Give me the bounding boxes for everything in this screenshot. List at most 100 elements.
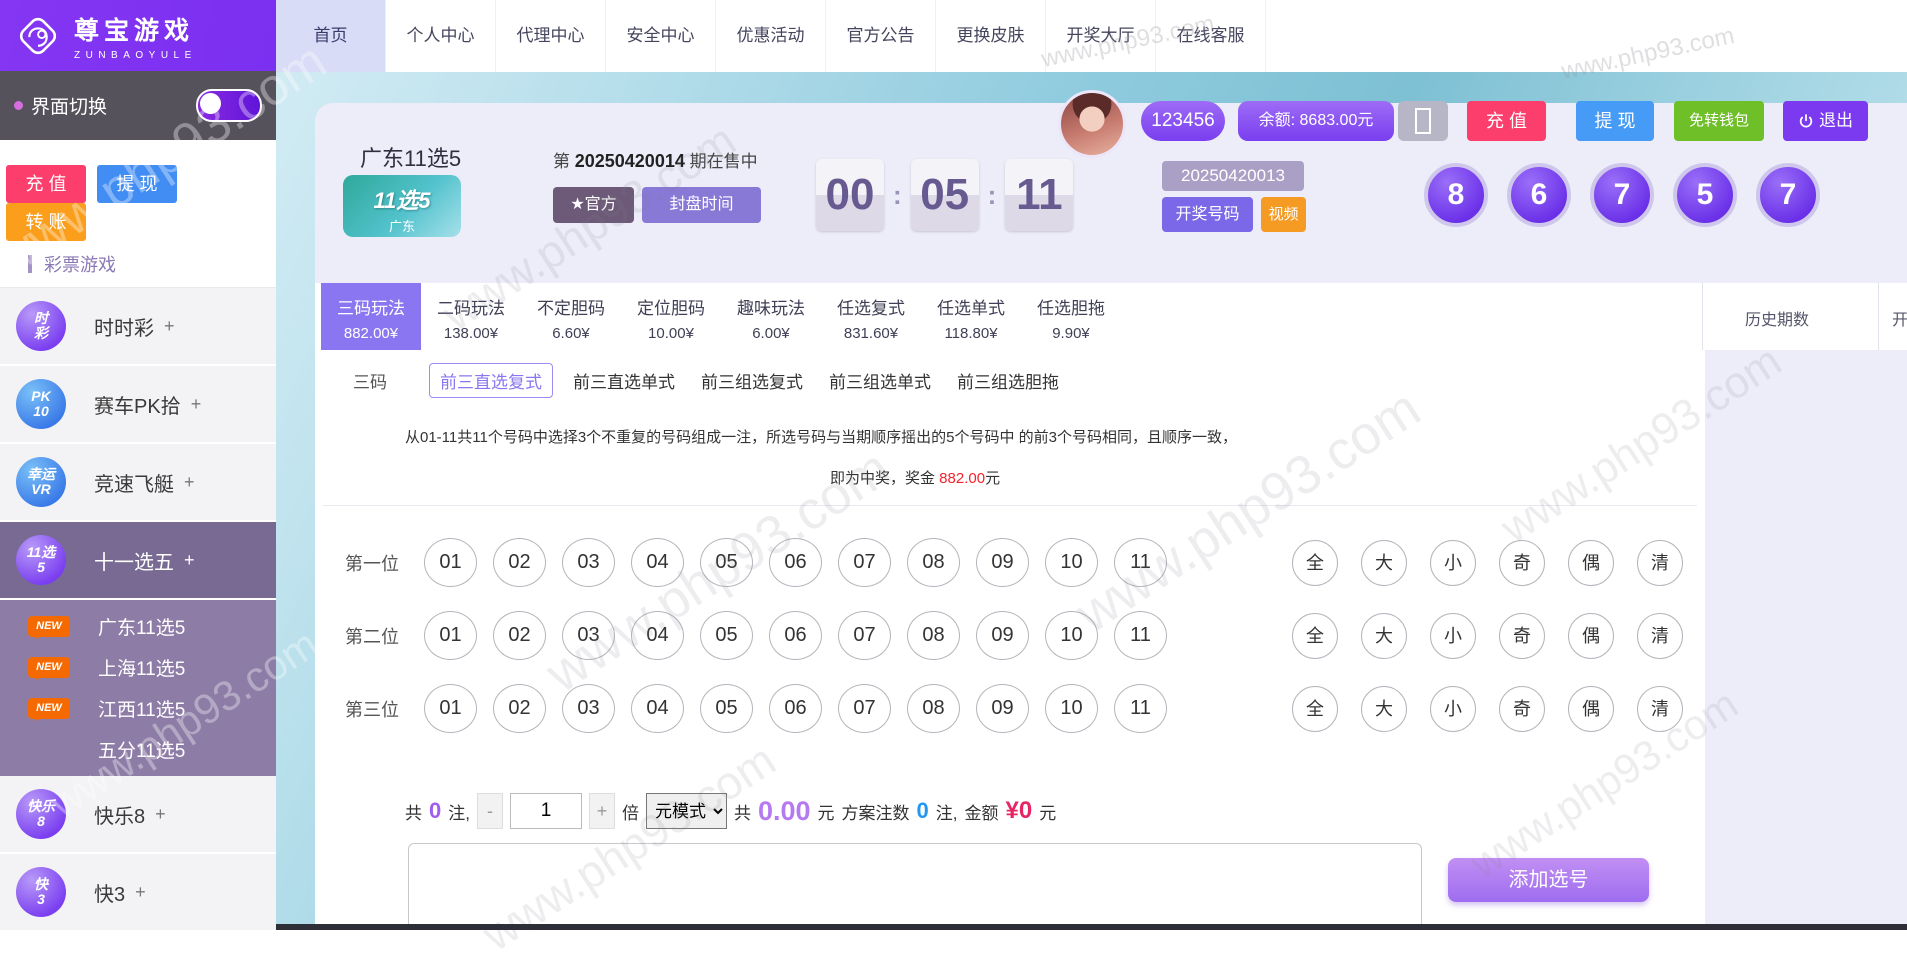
number-ball[interactable]: 01	[424, 538, 477, 587]
number-ball[interactable]: 07	[838, 538, 891, 587]
quick-select-button[interactable]: 全	[1292, 613, 1338, 659]
recharge-button[interactable]: 充 值	[1467, 101, 1546, 141]
sidebar-quick-button[interactable]: 提 现	[97, 165, 177, 203]
number-ball[interactable]: 06	[769, 538, 822, 587]
quick-select-button[interactable]: 全	[1292, 686, 1338, 732]
quick-select-button[interactable]: 偶	[1568, 686, 1614, 732]
number-ball[interactable]: 03	[562, 538, 615, 587]
withdraw-button[interactable]: 提 现	[1576, 101, 1654, 141]
number-ball[interactable]: 02	[493, 611, 546, 660]
subtab[interactable]: 前三组选复式	[695, 364, 809, 397]
multiplier-input[interactable]	[510, 793, 582, 829]
number-ball[interactable]: 03	[562, 611, 615, 660]
sidebar-item[interactable]: 快3快3+	[0, 854, 276, 932]
play-tab[interactable]: 趣味玩法6.00¥	[721, 283, 821, 350]
nav-item[interactable]: 个人中心	[386, 0, 496, 72]
wallet-button[interactable]: 免转钱包	[1674, 101, 1764, 141]
subtab[interactable]: 前三组选胆拖	[951, 364, 1065, 397]
number-ball[interactable]: 08	[907, 538, 960, 587]
sidebar-subitem[interactable]: NEW广东11选5	[0, 606, 276, 647]
ui-switch-toggle[interactable]	[196, 89, 262, 122]
number-ball[interactable]: 06	[769, 611, 822, 660]
close-time-button[interactable]: 封盘时间	[642, 187, 761, 223]
history-tab[interactable]: 历史期数	[1745, 306, 1809, 330]
number-ball[interactable]: 07	[838, 684, 891, 733]
quick-select-button[interactable]: 小	[1430, 686, 1476, 732]
number-ball[interactable]: 02	[493, 684, 546, 733]
number-ball[interactable]: 05	[700, 684, 753, 733]
sidebar-item[interactable]: 幸运VR竞速飞艇+	[0, 444, 276, 522]
number-ball[interactable]: 11	[1114, 684, 1167, 733]
username-pill[interactable]: 123456	[1141, 101, 1225, 141]
number-ball[interactable]: 03	[562, 684, 615, 733]
play-tab[interactable]: 不定胆码6.60¥	[521, 283, 621, 350]
number-ball[interactable]: 05	[700, 538, 753, 587]
nav-item[interactable]: 在线客服	[1156, 0, 1266, 72]
play-tab[interactable]: 任选胆拖9.90¥	[1021, 283, 1121, 350]
sidebar-item[interactable]: PK10赛车PK拾+	[0, 366, 276, 444]
subtab[interactable]: 前三直选单式	[567, 364, 681, 397]
quick-select-button[interactable]: 偶	[1568, 613, 1614, 659]
quick-select-button[interactable]: 大	[1361, 613, 1407, 659]
number-ball[interactable]: 11	[1114, 538, 1167, 587]
number-ball[interactable]: 10	[1045, 611, 1098, 660]
number-ball[interactable]: 07	[838, 611, 891, 660]
quick-select-button[interactable]: 奇	[1499, 613, 1545, 659]
number-ball[interactable]: 09	[976, 538, 1029, 587]
number-ball[interactable]: 08	[907, 684, 960, 733]
manual-entry-box[interactable]	[408, 843, 1422, 930]
number-ball[interactable]: 05	[700, 611, 753, 660]
sidebar-subitem[interactable]: NEW上海11选5	[0, 647, 276, 688]
quick-select-button[interactable]: 小	[1430, 613, 1476, 659]
number-ball[interactable]: 10	[1045, 684, 1098, 733]
refresh-box[interactable]	[1398, 101, 1448, 141]
sidebar-item[interactable]: 快乐8快乐8+	[0, 776, 276, 854]
quick-select-button[interactable]: 奇	[1499, 540, 1545, 586]
sidebar-subitem[interactable]: NEW江西11选5	[0, 688, 276, 729]
nav-item[interactable]: 开奖大厅	[1046, 0, 1156, 72]
number-ball[interactable]: 08	[907, 611, 960, 660]
sidebar-item[interactable]: 11选5十一选五+	[0, 522, 276, 600]
quick-select-button[interactable]: 大	[1361, 686, 1407, 732]
add-selection-button[interactable]: 添加选号	[1448, 858, 1649, 902]
number-ball[interactable]: 02	[493, 538, 546, 587]
sidebar-subitem[interactable]: 五分11选5	[0, 729, 276, 770]
quick-select-button[interactable]: 奇	[1499, 686, 1545, 732]
number-ball[interactable]: 04	[631, 538, 684, 587]
subtab[interactable]: 前三组选单式	[823, 364, 937, 397]
multiplier-minus-button[interactable]: -	[477, 793, 503, 829]
number-ball[interactable]: 01	[424, 684, 477, 733]
quick-select-button[interactable]: 大	[1361, 540, 1407, 586]
sidebar-item[interactable]: 时彩时时彩+	[0, 288, 276, 366]
play-tab[interactable]: 定位胆码10.00¥	[621, 283, 721, 350]
number-ball[interactable]: 04	[631, 611, 684, 660]
number-ball[interactable]: 09	[976, 684, 1029, 733]
quick-select-button[interactable]: 偶	[1568, 540, 1614, 586]
number-ball[interactable]: 06	[769, 684, 822, 733]
nav-item[interactable]: 首页	[276, 0, 386, 72]
number-ball[interactable]: 10	[1045, 538, 1098, 587]
nav-item[interactable]: 更换皮肤	[936, 0, 1046, 72]
draw-number-button[interactable]: 开奖号码	[1162, 197, 1253, 232]
quick-select-button[interactable]: 清	[1637, 540, 1683, 586]
play-tab[interactable]: 二码玩法138.00¥	[421, 283, 521, 350]
multiplier-plus-button[interactable]: +	[589, 793, 615, 829]
nav-item[interactable]: 官方公告	[826, 0, 936, 72]
nav-item[interactable]: 代理中心	[496, 0, 606, 72]
avatar[interactable]	[1058, 90, 1126, 158]
subtab[interactable]: 前三直选复式	[429, 363, 553, 398]
sidebar-quick-button[interactable]: 充 值	[6, 165, 86, 203]
quick-select-button[interactable]: 全	[1292, 540, 1338, 586]
play-tab[interactable]: 任选单式118.80¥	[921, 283, 1021, 350]
number-ball[interactable]: 11	[1114, 611, 1167, 660]
quick-select-button[interactable]: 清	[1637, 686, 1683, 732]
mode-select[interactable]: 元模式	[646, 793, 727, 829]
play-tab[interactable]: 三码玩法882.00¥	[321, 283, 421, 350]
sidebar-quick-button[interactable]: 转 账	[6, 203, 86, 241]
nav-item[interactable]: 安全中心	[606, 0, 716, 72]
quick-select-button[interactable]: 清	[1637, 613, 1683, 659]
official-badge[interactable]: ★官方	[553, 187, 634, 223]
logout-button[interactable]: 退出	[1783, 101, 1868, 141]
number-ball[interactable]: 01	[424, 611, 477, 660]
nav-item[interactable]: 优惠活动	[716, 0, 826, 72]
